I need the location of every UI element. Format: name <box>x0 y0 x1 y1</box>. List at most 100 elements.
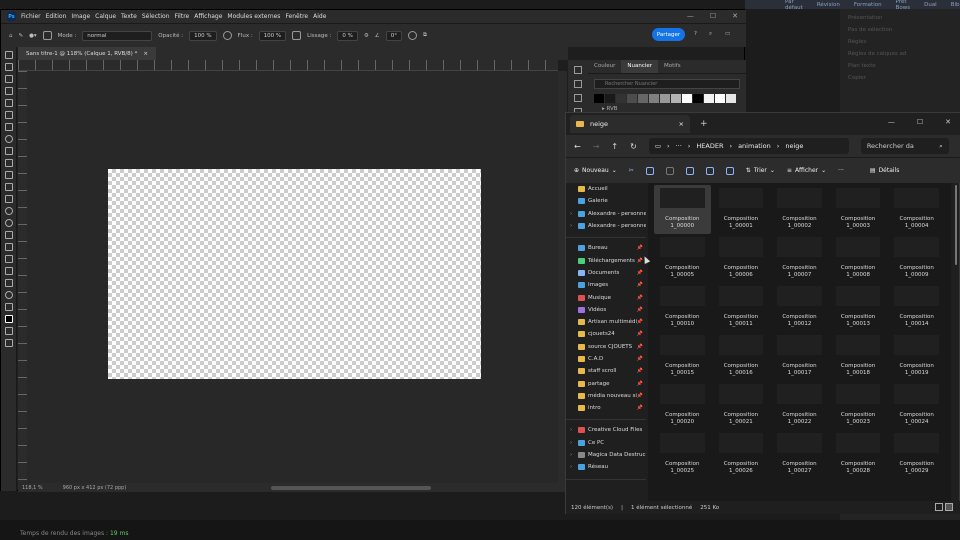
share-button[interactable]: Partager <box>652 28 685 41</box>
back-button[interactable]: ← <box>574 142 581 151</box>
type-tool-icon[interactable] <box>4 243 13 251</box>
menu-item-0[interactable]: Fichier <box>21 13 41 20</box>
nav-item[interactable]: C.A.D 📌 <box>566 353 646 365</box>
nav-item[interactable]: source CJOUETS 📌 <box>566 341 646 353</box>
minimize-icon[interactable]: — <box>687 12 694 20</box>
file-item[interactable]: Composition 1_00007 <box>771 234 828 283</box>
more-tools-icon[interactable] <box>4 303 13 311</box>
symmetry-icon[interactable]: ⧉ <box>423 32 427 39</box>
nav-item[interactable]: Réseau <box>566 461 646 473</box>
new-button[interactable]: ⊕ Nouveau ⌄ <box>574 167 617 174</box>
home-icon[interactable]: ⌂ <box>9 33 13 39</box>
file-item[interactable]: Composition 1_00002 <box>771 185 828 234</box>
color-swatch[interactable] <box>638 94 648 103</box>
file-item[interactable]: Composition 1_00021 <box>713 381 770 430</box>
magic-wand-tool-icon[interactable] <box>4 87 13 95</box>
file-item[interactable]: Composition 1_00024 <box>888 381 945 430</box>
pen-tool-icon[interactable] <box>4 231 13 239</box>
close-icon[interactable]: ✕ <box>732 12 738 20</box>
brush-tool-icon[interactable]: ✎ <box>19 33 24 39</box>
nav-item[interactable]: intro 📌 <box>566 402 646 414</box>
dodge-tool-icon[interactable] <box>4 219 13 227</box>
screen-mode-icon[interactable] <box>4 339 13 347</box>
nav-item[interactable]: Vidéos 📌 <box>566 304 646 316</box>
more-options-button[interactable]: ··· <box>838 167 844 174</box>
search-input[interactable]: Rechercher da ⌕ <box>860 138 949 154</box>
file-item[interactable]: Composition 1_00014 <box>888 283 945 332</box>
file-item[interactable]: Composition 1_00022 <box>771 381 828 430</box>
zoom-tool-icon[interactable] <box>4 291 13 299</box>
angle-field[interactable]: 0° <box>385 30 402 41</box>
breadcrumb-item[interactable]: HEADER <box>696 142 723 150</box>
lasso-tool-icon[interactable] <box>4 75 13 83</box>
nav-item[interactable]: média nouveau si 📌 <box>566 390 646 402</box>
brush-preset-picker[interactable]: ●▾ <box>29 33 37 39</box>
cut-button[interactable]: ✂ <box>629 167 634 174</box>
file-item[interactable]: Composition 1_00027 <box>771 430 828 479</box>
menu-item-10[interactable]: Aide <box>313 13 326 20</box>
up-button[interactable]: ↑ <box>611 142 618 151</box>
color-swatch[interactable] <box>671 94 681 103</box>
nav-item[interactable]: Creative Cloud Files <box>566 424 646 436</box>
flow-field[interactable]: 100 % <box>258 30 287 41</box>
file-item[interactable]: Composition 1_00001 <box>713 185 770 234</box>
help-icon[interactable]: ? <box>694 31 697 37</box>
swatch-search-input[interactable]: Rechercher Nuancier <box>594 79 740 89</box>
nav-item[interactable]: Magica Data Destruc <box>566 449 646 461</box>
file-item[interactable]: Composition 1_00017 <box>771 332 828 381</box>
breadcrumb-item[interactable]: animation <box>738 142 771 150</box>
nav-item[interactable]: Ce PC <box>566 437 646 449</box>
nav-item[interactable]: Téléchargements 📌 <box>566 254 646 266</box>
foreground-color-swatch[interactable] <box>4 315 13 323</box>
file-item[interactable]: Composition 1_00009 <box>888 234 945 283</box>
gradient-tool-icon[interactable] <box>4 195 13 203</box>
minimize-icon[interactable]: — <box>888 118 895 126</box>
explorer-tab[interactable]: neige × <box>570 115 690 133</box>
eraser-tool-icon[interactable] <box>4 183 13 191</box>
file-item[interactable]: Composition 1_00020 <box>654 381 711 430</box>
color-swatch[interactable] <box>594 94 604 103</box>
file-item[interactable]: Composition 1_00000 <box>654 185 711 234</box>
frame-tool-icon[interactable] <box>4 111 13 119</box>
close-icon[interactable]: ✕ <box>945 118 951 126</box>
clone-stamp-tool-icon[interactable] <box>4 159 13 167</box>
opacity-field[interactable]: 100 % <box>189 30 217 41</box>
nav-item[interactable]: Accueil <box>566 183 646 195</box>
file-item[interactable]: Composition 1_00005 <box>654 234 711 283</box>
color-swatch[interactable] <box>704 94 714 103</box>
nav-item[interactable]: Alexandre - personne <box>566 208 646 220</box>
sort-button[interactable]: ⇅ Trier ⌄ <box>746 167 775 174</box>
quick-mask-icon[interactable] <box>4 327 13 335</box>
breadcrumb-more[interactable]: ··· <box>676 142 682 150</box>
move-tool-icon[interactable] <box>4 51 13 59</box>
history-brush-tool-icon[interactable] <box>4 171 13 179</box>
color-swatch[interactable] <box>715 94 725 103</box>
file-item[interactable]: Composition 1_00004 <box>888 185 945 234</box>
forward-button[interactable]: → <box>593 142 600 151</box>
nav-item[interactable]: partage 📌 <box>566 377 646 389</box>
menu-item-7[interactable]: Affichage <box>194 13 222 20</box>
rename-button[interactable] <box>685 166 694 175</box>
share-file-button[interactable] <box>705 166 714 175</box>
nav-item[interactable]: Images 📌 <box>566 279 646 291</box>
file-item[interactable]: Composition 1_00025 <box>654 430 711 479</box>
color-swatch[interactable] <box>682 94 692 103</box>
history-panel-icon[interactable] <box>574 66 582 74</box>
brush-settings-icon[interactable] <box>42 31 52 40</box>
color-swatch[interactable] <box>660 94 670 103</box>
canvas-horizontal-scrollbar[interactable] <box>271 486 431 490</box>
workspace-icon[interactable]: ▭ <box>725 31 730 37</box>
crop-tool-icon[interactable] <box>4 99 13 107</box>
airbrush-icon[interactable] <box>292 31 302 40</box>
new-tab-button[interactable]: + <box>700 119 708 129</box>
panel-tab[interactable]: Nuancier <box>621 60 659 73</box>
breadcrumb-item[interactable]: neige <box>785 142 803 150</box>
file-grid-scrollbar[interactable] <box>953 183 959 501</box>
menu-item-5[interactable]: Sélection <box>142 13 170 20</box>
properties-panel-icon[interactable] <box>574 80 582 88</box>
file-item[interactable]: Composition 1_00028 <box>830 430 887 479</box>
blur-tool-icon[interactable] <box>4 207 13 215</box>
file-item[interactable]: Composition 1_00019 <box>888 332 945 381</box>
transparent-canvas[interactable] <box>108 169 481 379</box>
path-selection-tool-icon[interactable] <box>4 255 13 263</box>
